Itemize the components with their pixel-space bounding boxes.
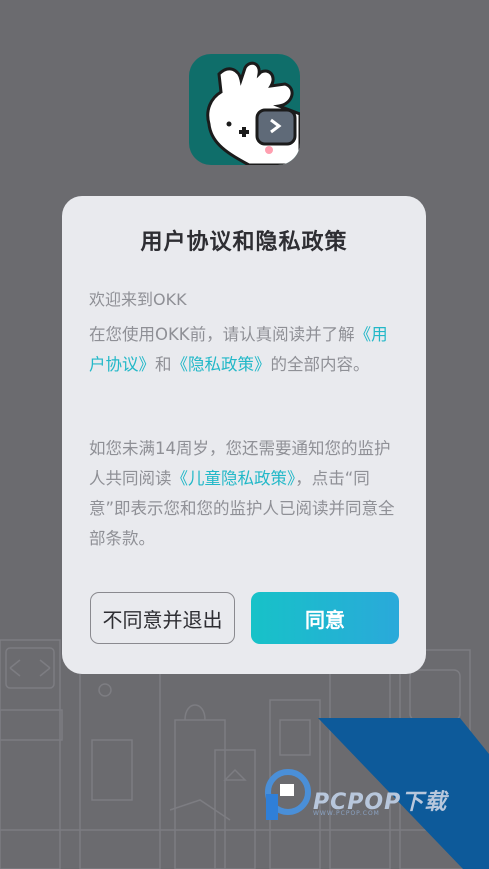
agreement-paragraph: 在您使用OKK前，请认真阅读并了解《用户协议》和《隐私政策》的全部内容。 [89, 320, 399, 380]
watermark-sub-text: WWW.PCPOP.COM [313, 810, 380, 817]
guardian-paragraph: 如您未满14周岁，您还需要通知您的监护人共同阅读《儿童隐私政策》，点击“同意”即… [89, 434, 399, 554]
privacy-policy-link[interactable]: 《隐私政策》 [172, 355, 271, 374]
paragraph-text: 的全部内容。 [270, 355, 370, 374]
dialog-title: 用户协议和隐私政策 [140, 230, 348, 255]
app-logo-icon [189, 54, 300, 165]
paragraph-text: 在您使用OKK前，请认真阅读并了解 [89, 325, 355, 344]
decline-and-exit-button[interactable]: 不同意并退出 [90, 592, 235, 644]
paragraph-text: 和 [155, 355, 172, 374]
child-privacy-policy-link[interactable]: 《儿童隐私政策》 [172, 469, 296, 488]
pcpop-logo-icon [265, 769, 311, 820]
welcome-text: 欢迎来到OKK [89, 290, 187, 309]
agree-button[interactable]: 同意 [251, 592, 399, 644]
privacy-agreement-dialog: 用户协议和隐私政策 欢迎来到OKK 在您使用OKK前，请认真阅读并了解《用户协议… [62, 196, 426, 674]
